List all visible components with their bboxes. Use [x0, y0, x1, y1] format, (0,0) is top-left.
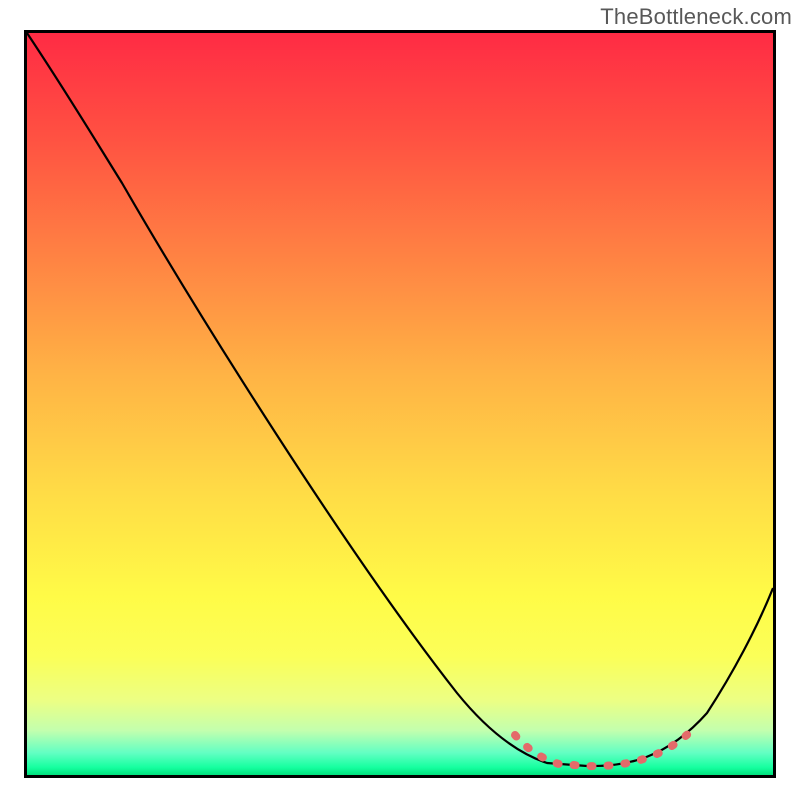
- chart-container: [24, 30, 776, 778]
- watermark-text: TheBottleneck.com: [600, 4, 792, 30]
- chart-curve-layer: [27, 33, 773, 775]
- bottleneck-curve: [27, 33, 773, 766]
